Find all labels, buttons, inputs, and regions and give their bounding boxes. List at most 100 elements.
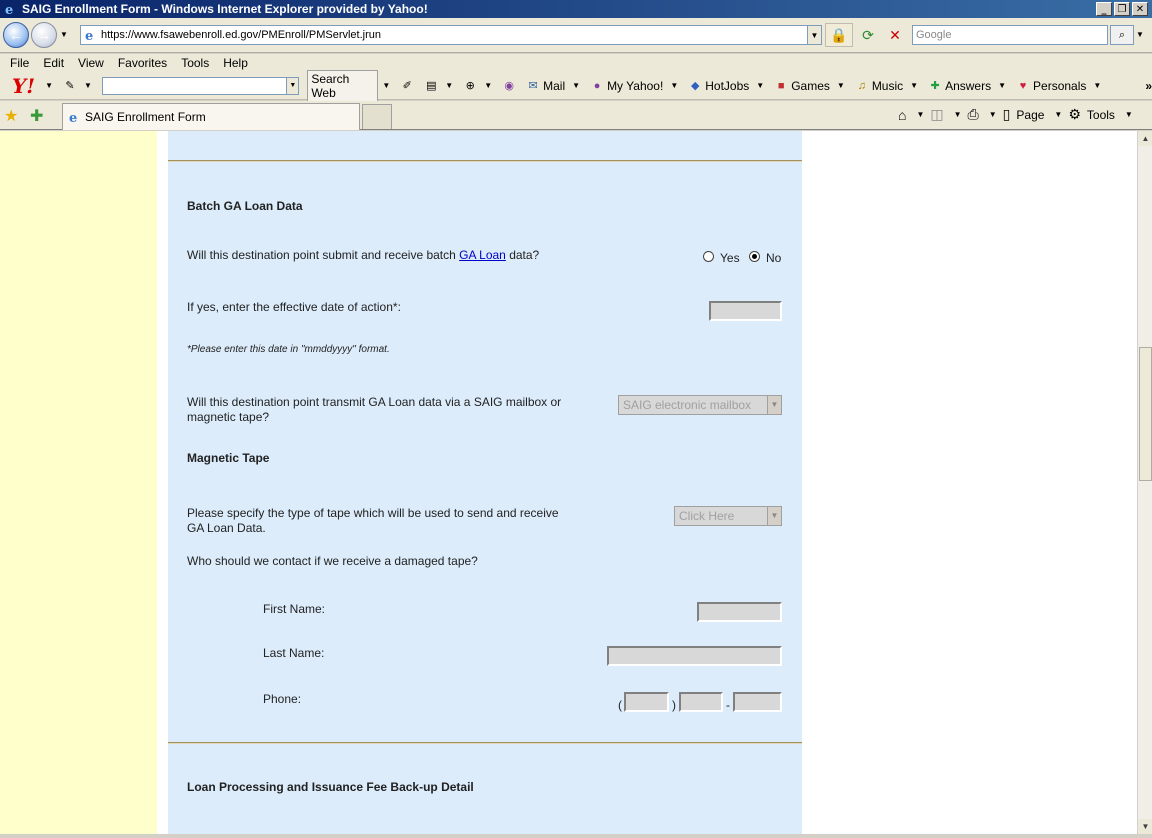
print-icon[interactable]: ⎙ <box>968 106 979 123</box>
phone-label: Phone: <box>263 692 302 706</box>
address-url[interactable]: https://www.fsawebenroll.ed.gov/PMEnroll… <box>101 29 381 41</box>
games-icon: ■ <box>777 79 785 92</box>
menu-help[interactable]: Help <box>223 56 248 70</box>
menu-tools[interactable]: Tools <box>181 56 209 70</box>
mail-icon: ✉ <box>528 79 538 92</box>
search-placeholder: Google <box>916 29 952 41</box>
phone-area-code-input[interactable] <box>624 692 669 712</box>
restore-button[interactable]: ❐ <box>1114 2 1130 16</box>
form-panel <box>168 131 802 834</box>
tools-menu-button[interactable]: Tools <box>1087 108 1115 122</box>
tape-type-question-line2: GA Loan Data. <box>187 521 266 535</box>
home-icon[interactable]: ⌂ <box>898 107 906 123</box>
chevron-down-icon: ▼ <box>767 507 781 525</box>
effective-date-label: If yes, enter the effective date of acti… <box>187 300 401 314</box>
radio-yes[interactable] <box>703 251 714 262</box>
last-name-input[interactable] <box>607 646 782 666</box>
batch-ga-loan-heading: Batch GA Loan Data <box>187 199 303 213</box>
answers-icon: ✚ <box>930 79 940 92</box>
forward-arrow-icon: → <box>37 27 51 43</box>
pencil-icon[interactable]: ✎ ▼ <box>63 79 92 93</box>
headphones-icon[interactable]: ◉ <box>502 79 516 93</box>
personals-button[interactable]: ♥ Personals ▼ <box>1016 79 1102 93</box>
menu-edit[interactable]: Edit <box>43 56 64 70</box>
yahoo-logo-icon[interactable]: Y! <box>12 74 35 98</box>
phone-dash: - <box>726 698 730 712</box>
search-web-button[interactable]: Search Web <box>307 69 379 102</box>
page-content: Batch GA Loan Data Will this destination… <box>0 131 1137 834</box>
new-tab-button[interactable] <box>362 104 392 129</box>
transmit-question-line1: Will this destination point transmit GA … <box>187 395 562 409</box>
scroll-thumb[interactable] <box>1139 347 1152 481</box>
loan-processing-heading: Loan Processing and Issuance Fee Back-up… <box>187 780 474 794</box>
search-options-dropdown-icon[interactable]: ▼ <box>1136 30 1144 39</box>
my-yahoo-icon: ● <box>593 79 601 92</box>
tape-type-select[interactable]: Click Here ▼ <box>674 506 782 526</box>
menu-file[interactable]: File <box>10 56 29 70</box>
page-menu-button[interactable]: Page <box>1016 108 1044 122</box>
section-divider <box>168 742 802 744</box>
scroll-down-icon[interactable]: ▼ <box>1138 819 1152 834</box>
last-name-label: Last Name: <box>263 646 325 660</box>
transmit-question-line2: magnetic tape? <box>187 410 270 424</box>
menu-favorites[interactable]: Favorites <box>118 56 167 70</box>
transmit-method-select[interactable]: SAIG electronic mailbox ▼ <box>618 395 782 415</box>
ga-loan-link[interactable]: GA Loan <box>459 248 506 262</box>
address-dropdown-icon[interactable]: ▼ <box>807 26 821 44</box>
tape-type-value: Click Here <box>679 509 735 523</box>
address-toolbar: ← → ▼ e https://www.fsawebenroll.ed.gov/… <box>0 18 1152 53</box>
yahoo-search-input[interactable]: ▼ <box>101 76 300 95</box>
phone-line-input[interactable] <box>733 692 782 712</box>
tab-saig-enrollment[interactable]: e SAIG Enrollment Form <box>62 103 360 130</box>
toolbar-more-button[interactable]: » <box>1145 79 1152 93</box>
window-title-bar: e SAIG Enrollment Form - Windows Interne… <box>0 0 1152 18</box>
status-bar <box>0 834 1152 838</box>
hotjobs-icon: ◆ <box>691 79 700 92</box>
address-bar[interactable]: e https://www.fsawebenroll.ed.gov/PMEnro… <box>80 25 822 45</box>
search-icon[interactable]: ⌕ <box>1110 25 1134 45</box>
scroll-up-icon[interactable]: ▲ <box>1138 131 1152 146</box>
contact-question: Who should we contact if we receive a da… <box>187 554 478 568</box>
globe-icon[interactable]: ⊕ ▼ <box>463 79 493 93</box>
phone-open-paren: ( <box>618 698 622 712</box>
feeds-icon[interactable]: ◫ <box>930 106 943 123</box>
command-bar: ⌂ ▼ ◫ ▼ ⎙ ▼ ▯ Page ▼ ⚙ Tools ▼ <box>898 106 1133 123</box>
menu-bar: File Edit View Favorites Tools Help <box>0 54 1152 72</box>
submit-batch-question: Will this destination point submit and r… <box>187 248 540 262</box>
search-web-dropdown-icon[interactable]: ▼ <box>382 81 390 90</box>
favorites-star-icon[interactable]: ★ <box>4 106 18 126</box>
my-yahoo-button[interactable]: ● My Yahoo! ▼ <box>590 79 679 93</box>
minimize-button[interactable]: _ <box>1096 2 1112 16</box>
form-fill-icon[interactable]: ▤ ▼ <box>424 79 453 93</box>
add-favorite-icon[interactable]: ✚ <box>30 106 43 126</box>
stop-icon[interactable]: ✕ <box>884 25 906 45</box>
yahoo-search-dropdown-icon[interactable]: ▼ <box>286 77 299 94</box>
ie-logo-icon: e <box>5 3 13 16</box>
highlight-icon[interactable]: ✐ <box>400 79 414 93</box>
phone-prefix-input[interactable] <box>679 692 723 712</box>
radio-no[interactable] <box>749 251 760 262</box>
forward-button[interactable]: → <box>31 22 57 48</box>
menu-view[interactable]: View <box>78 56 104 70</box>
section-divider <box>168 160 802 162</box>
hotjobs-button[interactable]: ◆ HotJobs ▼ <box>688 79 764 93</box>
transmit-method-value: SAIG electronic mailbox <box>623 398 752 412</box>
yahoo-menu-dropdown-icon[interactable]: ▼ <box>45 81 53 90</box>
answers-button[interactable]: ✚ Answers ▼ <box>928 79 1006 93</box>
tab-bar: ★ ✚ e SAIG Enrollment Form ⌂ ▼ ◫ ▼ ⎙ ▼ ▯ Pa… <box>0 101 1152 130</box>
vertical-scrollbar[interactable]: ▲ ▼ <box>1137 131 1152 834</box>
svg-text:e: e <box>5 3 13 16</box>
close-window-button[interactable]: ✕ <box>1132 2 1148 16</box>
search-input[interactable]: Google <box>912 25 1108 45</box>
first-name-label: First Name: <box>263 602 326 616</box>
recent-pages-dropdown-icon[interactable]: ▼ <box>60 30 68 39</box>
back-button[interactable]: ← <box>3 22 29 48</box>
security-lock-icon[interactable]: 🔒 <box>825 23 853 47</box>
games-button[interactable]: ■ Games ▼ <box>774 79 845 93</box>
refresh-icon[interactable]: ⟳ <box>857 25 879 45</box>
first-name-input[interactable] <box>697 602 782 622</box>
mail-button[interactable]: ✉ Mail ▼ <box>526 79 581 93</box>
music-button[interactable]: ♫ Music ▼ <box>855 79 918 93</box>
effective-date-input[interactable] <box>709 301 782 321</box>
radio-no-label: No <box>766 251 782 265</box>
